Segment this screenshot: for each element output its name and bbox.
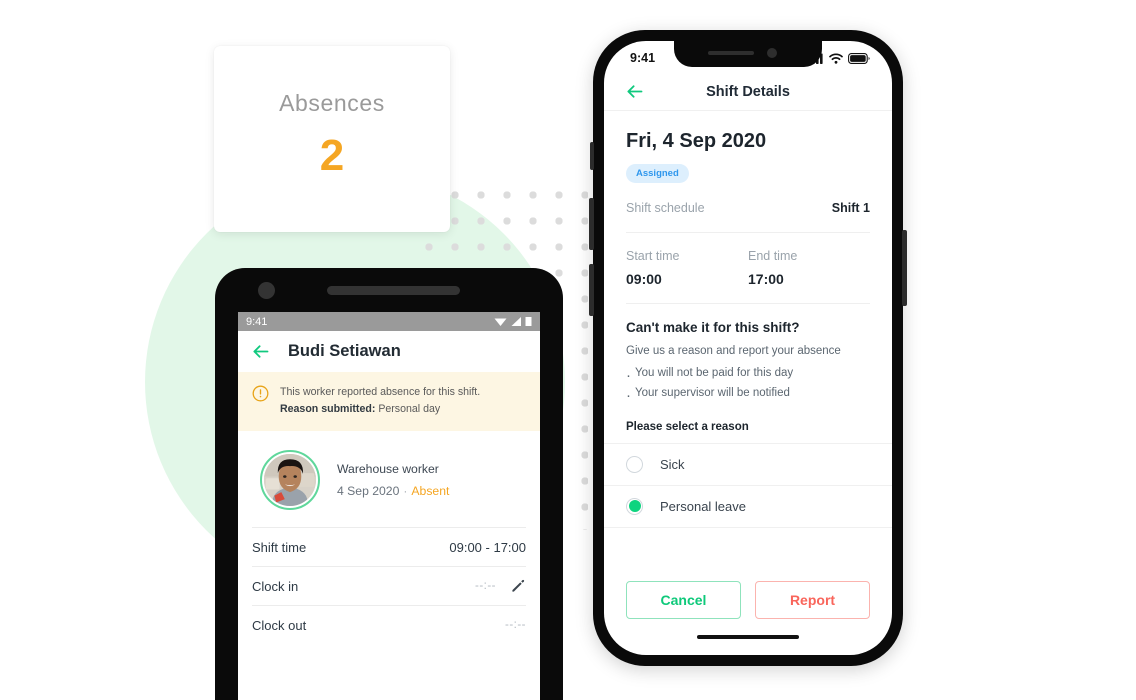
shift-time-row: Shift time 09:00 - 17:00 — [252, 527, 526, 566]
worker-role: Warehouse worker — [337, 462, 439, 477]
android-phone-mockup: 9:41 Budi Setiawan This worker reported … — [215, 268, 563, 700]
iphone-screen: 9:41 Shift Details Fri, 4 Sep 2020 Assig… — [604, 41, 892, 655]
list-item: You will not be paid for this day — [626, 363, 870, 388]
iphone-mockup: 9:41 Shift Details Fri, 4 Sep 2020 Assig… — [589, 30, 907, 666]
worker-meta: 4 Sep 2020 · Absent — [337, 484, 449, 498]
worker-info: Warehouse worker 4 Sep 2020 · Absent — [337, 462, 449, 498]
flex-spacer — [604, 528, 892, 581]
shift-time-value: 09:00 - 17:00 — [449, 539, 526, 555]
shift-date: Fri, 4 Sep 2020 — [626, 130, 767, 152]
reason-option-label: Personal leave — [660, 498, 746, 514]
battery-icon — [525, 317, 532, 326]
absence-alert-line1: This worker reported absence for this sh… — [280, 386, 481, 398]
android-screen: 9:41 Budi Setiawan This worker reported … — [238, 312, 540, 700]
earpiece-speaker — [327, 286, 460, 295]
clock-in-value: --:-- — [474, 580, 496, 593]
select-reason-label: Please select a reason — [626, 420, 749, 433]
absence-alert-banner: This worker reported absence for this sh… — [238, 372, 540, 432]
absence-alert-line2: Reason submitted: Personal day — [280, 401, 480, 418]
absences-stat-card: Absences 2 — [214, 46, 450, 232]
avatar — [260, 450, 320, 511]
worker-date: 4 Sep 2020 — [337, 484, 400, 499]
reason-option-sick[interactable]: Sick — [604, 442, 892, 486]
power-button[interactable] — [902, 230, 907, 306]
shift-schedule-value: Shift 1 — [831, 201, 870, 215]
home-indicator-area — [604, 619, 892, 655]
ios-status-time: 9:41 — [630, 51, 656, 65]
reason-option-label: Sick — [660, 456, 685, 472]
end-time-label: End time — [748, 249, 798, 263]
shift-time-label: Shift time — [252, 539, 307, 555]
absence-bullet-list: You will not be paid for this day Your s… — [626, 363, 870, 408]
pencil-icon[interactable] — [510, 578, 526, 594]
android-status-bar: 9:41 — [238, 312, 540, 331]
absence-alert-text: This worker reported absence for this sh… — [280, 384, 480, 418]
end-time-block: End time 17:00 — [748, 249, 870, 287]
start-time-block: Start time 09:00 — [626, 249, 748, 287]
screenshot-canvas: Absences 2 9:41 Budi Setiawan This worke… — [0, 0, 1136, 700]
clock-out-value: --:-- — [504, 619, 526, 632]
iphone-notch — [674, 41, 822, 67]
android-status-time: 9:41 — [246, 315, 268, 328]
signal-icon — [511, 317, 521, 326]
back-arrow-icon[interactable] — [624, 81, 645, 102]
absence-section-subtitle: Give us a reason and report your absence — [626, 345, 841, 357]
clock-out-label: Clock out — [252, 617, 307, 633]
worker-profile-row[interactable]: Warehouse worker 4 Sep 2020 · Absent — [238, 431, 540, 528]
warning-circle-icon — [252, 385, 269, 418]
wifi-icon — [494, 318, 507, 326]
reason-option-personal-leave[interactable]: Personal leave — [604, 486, 892, 528]
worker-meta-separator: · — [403, 484, 408, 499]
worker-status: Absent — [411, 484, 450, 499]
battery-icon — [848, 52, 870, 64]
report-button[interactable]: Report — [755, 581, 870, 619]
action-buttons: Cancel Report — [604, 581, 892, 619]
list-item: Your supervisor will be notified — [626, 383, 870, 408]
clock-in-label: Clock in — [252, 578, 299, 594]
android-phone-bezel-top — [215, 268, 563, 312]
shift-details-body: Fri, 4 Sep 2020 Assigned Shift schedule … — [604, 111, 892, 655]
start-time-label: Start time — [626, 249, 680, 263]
volume-up-button[interactable] — [589, 198, 594, 250]
radio-button-unchecked-icon[interactable] — [626, 455, 643, 473]
volume-down-button[interactable] — [589, 264, 594, 316]
cancel-button[interactable]: Cancel — [626, 581, 741, 619]
absence-section-title: Can't make it for this shift? — [626, 320, 800, 335]
clock-in-right: --:-- — [475, 578, 526, 594]
worker-photo — [264, 454, 316, 507]
earpiece-speaker — [708, 51, 754, 55]
mute-switch-button[interactable] — [590, 142, 594, 170]
status-badge: Assigned — [626, 164, 689, 183]
absence-reason-label: Reason submitted: — [280, 403, 376, 416]
home-indicator[interactable] — [697, 635, 799, 639]
shift-schedule-label: Shift schedule — [626, 201, 705, 215]
radio-button-checked-icon[interactable] — [626, 497, 643, 515]
clock-out-row[interactable]: Clock out --:-- — [252, 605, 526, 644]
front-camera-icon — [258, 282, 275, 299]
page-title: Shift Details — [706, 83, 790, 100]
android-app-bar: Budi Setiawan — [238, 331, 540, 372]
back-arrow-icon[interactable] — [250, 341, 271, 362]
absence-reason-value: Personal day — [378, 403, 441, 416]
clock-in-row[interactable]: Clock in --:-- — [252, 566, 526, 605]
android-page-title: Budi Setiawan — [288, 342, 401, 360]
shift-schedule-row: Shift schedule Shift 1 — [604, 183, 892, 232]
absence-reason-section: Can't make it for this shift? Give us a … — [604, 304, 892, 433]
start-time-value: 09:00 — [626, 271, 662, 287]
front-camera-icon — [767, 48, 777, 58]
radio-dot — [628, 500, 641, 513]
android-status-icons — [494, 316, 532, 327]
absences-card-label: Absences — [279, 90, 385, 116]
shift-times-row: Start time 09:00 End time 17:00 — [604, 233, 892, 303]
absences-card-value: 2 — [319, 131, 345, 180]
ios-nav-bar: Shift Details — [604, 73, 892, 111]
end-time-value: 17:00 — [748, 271, 784, 287]
wifi-icon — [829, 52, 843, 64]
